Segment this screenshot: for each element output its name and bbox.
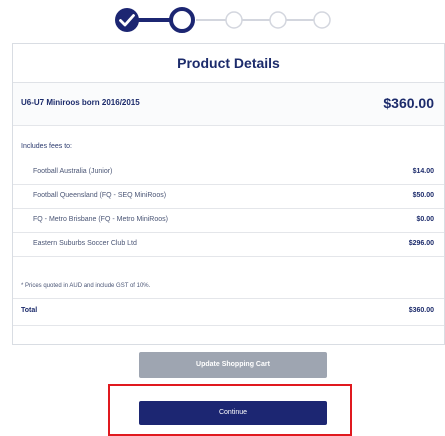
- card-title: Product Details: [13, 44, 444, 83]
- fee-name: Eastern Suburbs Soccer Club Ltd: [33, 240, 137, 247]
- total-amount: $360.00: [408, 307, 434, 314]
- includes-row: Includes fees to:: [13, 126, 444, 160]
- fee-name: FQ - Metro Brisbane (FQ - Metro MiniRoos…: [33, 216, 168, 223]
- gst-note: * Prices quoted in AUD and include GST o…: [21, 283, 151, 289]
- check-icon: [115, 8, 139, 32]
- future-step-icon: [313, 11, 331, 29]
- product-details-card: Product Details U6-U7 Miniroos born 2016…: [12, 43, 445, 345]
- continue-button[interactable]: Continue: [139, 401, 327, 425]
- fee-row: Football Australia (Junior) $14.00: [13, 161, 444, 185]
- product-price: $360.00: [383, 95, 434, 111]
- fee-amount: $296.00: [408, 240, 434, 247]
- total-row: Total $360.00: [13, 299, 444, 326]
- fee-amount: $14.00: [412, 168, 434, 175]
- fee-row: Eastern Suburbs Soccer Club Ltd $296.00: [13, 233, 444, 257]
- progress-stepper: [0, 0, 445, 40]
- gst-note-row: * Prices quoted in AUD and include GST o…: [13, 276, 444, 299]
- fee-row: FQ - Metro Brisbane (FQ - Metro MiniRoos…: [13, 209, 444, 233]
- total-label: Total: [21, 307, 38, 314]
- fee-name: Football Australia (Junior): [33, 168, 113, 175]
- future-step-icon: [225, 11, 243, 29]
- future-step-icon: [269, 11, 287, 29]
- product-row: U6-U7 Miniroos born 2016/2015 $360.00: [13, 83, 444, 126]
- fee-name: Football Queensland (FQ - SEQ MiniRoos): [33, 192, 167, 199]
- fee-amount: $0.00: [416, 216, 434, 223]
- includes-label: Includes fees to:: [21, 143, 72, 150]
- fee-amount: $50.00: [412, 192, 434, 199]
- update-shopping-cart-button[interactable]: Update Shopping Cart: [139, 352, 327, 378]
- product-name: U6-U7 Miniroos born 2016/2015: [21, 98, 140, 107]
- current-step-icon: [169, 7, 195, 33]
- fee-row: Football Queensland (FQ - SEQ MiniRoos) …: [13, 185, 444, 209]
